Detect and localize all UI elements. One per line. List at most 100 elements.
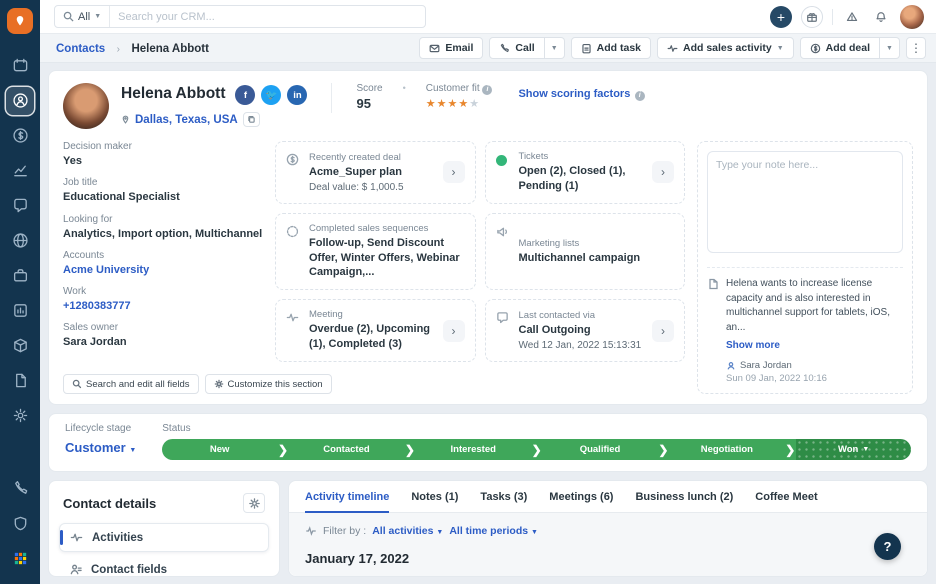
- field-label: Decision maker: [63, 141, 132, 152]
- widget-marketing-lists[interactable]: Marketing lists Multichannel campaign: [484, 212, 685, 291]
- deals-icon[interactable]: [6, 122, 34, 150]
- megaphone-icon: [496, 225, 511, 243]
- dot-separator: •: [402, 83, 406, 93]
- show-more-link[interactable]: Show more: [726, 340, 780, 351]
- chevron-right-button[interactable]: ›: [652, 319, 674, 342]
- activity-timeline-panel: Activity timeline Notes (1) Tasks (3) Me…: [288, 480, 928, 577]
- twitter-icon[interactable]: 🐦: [261, 85, 282, 105]
- tab-business-lunch[interactable]: Business lunch (2): [635, 491, 733, 512]
- widget-sales-sequences[interactable]: Completed sales sequences Follow-up, Sen…: [275, 212, 476, 291]
- tab-coffee-meet[interactable]: Coffee Meet: [755, 491, 817, 512]
- filter-activities-dropdown[interactable]: All activities ▼: [372, 525, 443, 537]
- chevron-right-button[interactable]: ›: [652, 161, 674, 184]
- user-avatar[interactable]: [900, 4, 924, 29]
- add-deal-dropdown-caret[interactable]: ▼: [880, 37, 900, 59]
- note-item: Helena wants to increase license capacit…: [707, 267, 903, 384]
- help-button[interactable]: ?: [874, 533, 901, 560]
- email-button[interactable]: Email: [419, 37, 484, 59]
- more-options-button[interactable]: ⋮: [906, 37, 926, 59]
- global-search[interactable]: All ▼: [54, 5, 426, 28]
- add-deal-button[interactable]: Add deal: [799, 37, 880, 59]
- widget-tickets[interactable]: Tickets Open (2), Closed (1), Pending (1…: [484, 141, 685, 204]
- breadcrumb-bar: Contacts › Helena Abbott Email Call ▼ Ad…: [40, 34, 936, 63]
- chevron-right-button[interactable]: ›: [442, 161, 465, 184]
- tab-activity-timeline[interactable]: Activity timeline: [305, 491, 390, 513]
- note-input[interactable]: [707, 151, 903, 253]
- notes-widget: Helena wants to increase license capacit…: [697, 141, 913, 394]
- stage-interested[interactable]: Interested: [415, 439, 531, 460]
- contacts-icon[interactable]: [6, 86, 34, 115]
- phone-link[interactable]: +1280383777: [63, 299, 263, 313]
- stage-separator: ❯: [657, 439, 670, 460]
- sidebar-item-activities[interactable]: Activities: [59, 523, 269, 552]
- contact-details-title: Contact details: [63, 495, 157, 511]
- settings-icon[interactable]: [6, 402, 34, 430]
- reports-icon[interactable]: [6, 297, 34, 325]
- call-dropdown-caret[interactable]: ▼: [544, 37, 565, 59]
- lifecycle-card: Lifecycle stage Customer ▼ Status New ❯ …: [48, 413, 928, 472]
- star-icon: ★: [458, 98, 470, 110]
- info-icon[interactable]: i: [634, 91, 645, 101]
- left-nav: [0, 0, 40, 584]
- info-icon[interactable]: i: [482, 85, 493, 95]
- app-switcher-icon[interactable]: [6, 545, 34, 573]
- stage-negotiation[interactable]: Negotiation: [669, 439, 785, 460]
- field-label: Looking for: [63, 213, 113, 225]
- add-sales-activity-button[interactable]: Add sales activity ▼: [657, 37, 794, 59]
- show-scoring-factors-link[interactable]: Show scoring factors: [518, 88, 630, 100]
- widget-last-contacted[interactable]: Last contacted via Call Outgoing Wed 12 …: [484, 299, 685, 362]
- widget-recent-deal[interactable]: Recently created deal Acme_Super plan De…: [275, 141, 476, 204]
- analytics-icon[interactable]: [6, 157, 34, 185]
- add-task-button[interactable]: Add task: [570, 37, 651, 59]
- facebook-icon[interactable]: f: [235, 85, 256, 105]
- lifecycle-stage-dropdown[interactable]: Customer ▼: [65, 440, 136, 455]
- product-icon[interactable]: [6, 262, 34, 290]
- search-input[interactable]: [110, 10, 425, 23]
- sidebar-item-contact-fields[interactable]: Contact fields: [59, 556, 269, 583]
- freshsales-logo[interactable]: [7, 8, 33, 34]
- filter-periods-dropdown[interactable]: All time periods ▼: [449, 525, 538, 537]
- widget-label: Meeting: [309, 309, 343, 321]
- gear-icon[interactable]: [243, 493, 265, 513]
- tab-meetings[interactable]: Meetings (6): [549, 491, 613, 512]
- person-icon: [70, 564, 82, 575]
- status-stage-bar: New ❯ Contacted ❯ Interested ❯ Qualified…: [162, 439, 911, 460]
- calendar-icon[interactable]: [6, 52, 34, 80]
- contact-location-link[interactable]: Dallas, Texas, USA: [135, 114, 238, 126]
- tab-notes[interactable]: Notes (1): [411, 491, 458, 512]
- notifications-bell-icon[interactable]: [871, 7, 891, 27]
- tab-tasks[interactable]: Tasks (3): [480, 491, 527, 512]
- chevron-right-button[interactable]: ›: [442, 319, 465, 342]
- gift-icon[interactable]: [801, 5, 823, 28]
- search-edit-fields-button[interactable]: Search and edit all fields: [63, 374, 199, 394]
- stage-won[interactable]: Won ▼: [796, 439, 911, 460]
- widget-meeting[interactable]: Meeting Overdue (2), Upcoming (1), Compl…: [275, 299, 476, 362]
- chevron-right-icon: ›: [116, 44, 120, 55]
- linkedin-icon[interactable]: in: [287, 85, 308, 105]
- stage-qualified[interactable]: Qualified: [542, 439, 658, 460]
- search-icon: [63, 11, 74, 22]
- highlight-widgets: Recently created deal Acme_Super plan De…: [275, 141, 685, 394]
- breadcrumb: Contacts › Helena Abbott: [56, 39, 209, 57]
- contact-fields-column: Decision maker Yes Job title Educational S…: [63, 141, 332, 394]
- account-link[interactable]: Acme University: [63, 263, 263, 277]
- call-button[interactable]: Call: [489, 37, 545, 59]
- documents-icon[interactable]: [6, 367, 34, 395]
- alerts-icon[interactable]: [842, 7, 862, 27]
- main-content: Helena Abbott f 🐦 in Dallas, Texas, USA: [40, 63, 936, 584]
- copy-icon[interactable]: [242, 112, 260, 127]
- stage-new[interactable]: New: [162, 439, 278, 460]
- breadcrumb-contacts-link[interactable]: Contacts: [56, 43, 105, 55]
- stage-contacted[interactable]: Contacted: [289, 439, 404, 460]
- field-label: Sales owner: [63, 322, 119, 334]
- shield-icon[interactable]: [6, 510, 34, 538]
- cube-icon[interactable]: [6, 332, 34, 360]
- web-icon[interactable]: [6, 227, 34, 255]
- search-scope-dropdown[interactable]: All ▼: [55, 6, 111, 27]
- sidebar-item-label: Contact fields: [91, 563, 168, 576]
- phone-icon[interactable]: [6, 475, 34, 503]
- chat-icon[interactable]: [6, 192, 34, 220]
- contact-avatar: [63, 83, 109, 129]
- quick-add-button[interactable]: +: [770, 5, 792, 28]
- star-icon: ★: [436, 98, 448, 110]
